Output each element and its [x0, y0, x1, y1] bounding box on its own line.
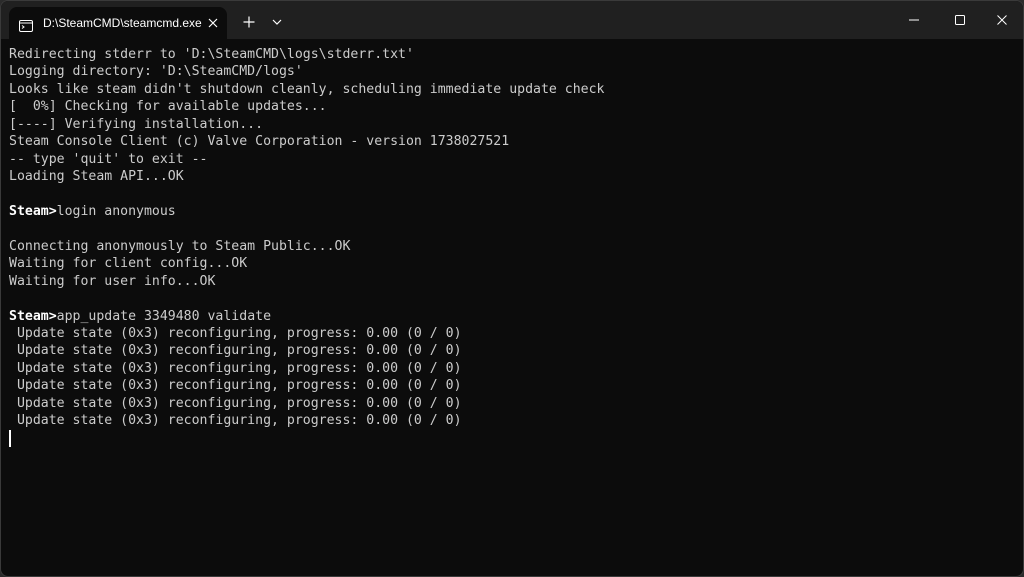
- console-line: Update state (0x3) reconfiguring, progre…: [9, 378, 462, 394]
- console-line: Update state (0x3) reconfiguring, progre…: [9, 326, 462, 341]
- terminal-icon: [19, 17, 33, 32]
- console-command: app_update 3349480 validate: [56, 308, 272, 324]
- console-output[interactable]: Redirecting stderr to 'D:\SteamCMD\logs\…: [9, 46, 1009, 566]
- console-line: [ 0%] Checking for available updates...: [9, 99, 327, 115]
- console-line: Waiting for user info...OK: [9, 273, 216, 289]
- console-line: -- type 'quit' to exit --: [9, 151, 208, 167]
- tab-title: D:\SteamCMD\steamcmd.exe: [43, 16, 202, 30]
- console-line: Steam>app_update 3349480 validate: [9, 308, 1009, 325]
- terminal-window: D:\SteamCMD\steamcmd.exe Redirecting std…: [0, 0, 1024, 577]
- console-prompt: Steam>: [9, 203, 57, 219]
- new-tab-button[interactable]: [239, 12, 259, 32]
- chevron-down-icon: [272, 19, 282, 25]
- plus-icon: [243, 16, 255, 28]
- console-line: Loading Steam API...OK: [9, 169, 184, 185]
- console-line: Update state (0x3) reconfiguring, progre…: [9, 343, 462, 359]
- close-button[interactable]: [979, 1, 1023, 39]
- close-icon: [997, 15, 1007, 25]
- console-line: Waiting for client config...OK: [9, 256, 248, 272]
- console-command: login anonymous: [56, 203, 176, 219]
- console-line: Update state (0x3) reconfiguring, progre…: [9, 413, 462, 429]
- tab-steamcmd[interactable]: D:\SteamCMD\steamcmd.exe: [9, 7, 227, 39]
- console-line: Redirecting stderr to 'D:\SteamCMD\logs\…: [9, 47, 414, 62]
- tab-close-icon[interactable]: [205, 15, 221, 31]
- console-line: Logging directory: 'D:\SteamCMD/logs': [9, 64, 303, 80]
- text-cursor: [9, 429, 11, 447]
- tab-dropdown-button[interactable]: [267, 12, 287, 32]
- minimize-icon: [909, 19, 919, 21]
- console-prompt: Steam>: [9, 308, 57, 324]
- console-line: Connecting anonymously to Steam Public..…: [9, 238, 351, 254]
- console-line: Steam>login anonymous: [9, 203, 1009, 220]
- console-line: Update state (0x3) reconfiguring, progre…: [9, 360, 462, 376]
- minimize-button[interactable]: [891, 1, 937, 39]
- console-input-line[interactable]: [9, 429, 1009, 447]
- console-line: [----] Verifying installation...: [9, 116, 264, 132]
- console-line: Update state (0x3) reconfiguring, progre…: [9, 395, 462, 411]
- console-line: Steam Console Client (c) Valve Corporati…: [9, 134, 510, 150]
- maximize-button[interactable]: [937, 1, 983, 39]
- console-line: Looks like steam didn't shutdown cleanly…: [9, 81, 605, 97]
- maximize-icon: [955, 15, 965, 25]
- title-bar[interactable]: D:\SteamCMD\steamcmd.exe: [1, 1, 1023, 39]
